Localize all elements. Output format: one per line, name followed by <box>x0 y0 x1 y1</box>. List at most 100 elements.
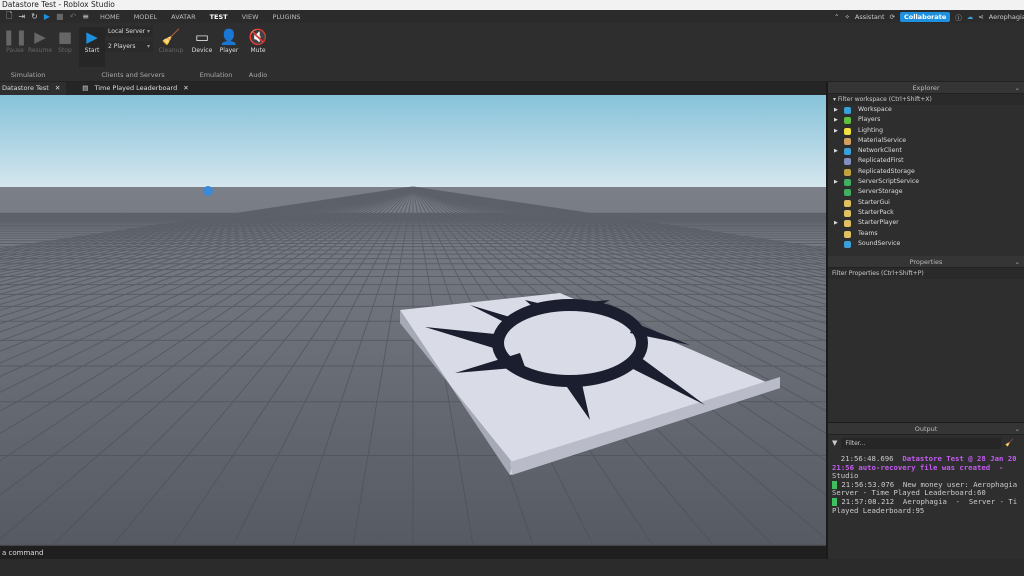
explorer-item-label: SoundService <box>858 239 901 247</box>
explorer-item-networkclient[interactable]: ▶ NetworkClient <box>828 146 1024 156</box>
pause-button[interactable]: ❚❚ Pause <box>2 27 28 54</box>
explorer-item-starterplayer[interactable]: ▶ StarterPlayer <box>828 218 1024 228</box>
redo-icon[interactable]: ↻ <box>31 12 38 21</box>
collaborate-button[interactable]: Collaborate <box>899 11 951 22</box>
expand-arrow-icon[interactable]: ▶ <box>834 218 838 228</box>
tab-home[interactable]: HOME <box>93 13 127 21</box>
device-icon: ▭ <box>194 28 210 46</box>
mute-button[interactable]: 🔇 Mute <box>245 27 271 54</box>
expand-arrow-icon[interactable]: ▶ <box>834 126 838 136</box>
device-label: Device <box>191 47 213 54</box>
help-icon[interactable]: ⓘ <box>955 12 962 22</box>
explorer-item-players[interactable]: ▶ Players <box>828 115 1024 125</box>
explorer-item-lighting[interactable]: ▶ Lighting <box>828 126 1024 136</box>
play-icon[interactable]: ▶ <box>44 12 50 21</box>
tab-plugins[interactable]: PLUGINS <box>266 13 308 21</box>
explorer-item-label: Players <box>858 116 881 124</box>
filter-icon[interactable]: ▼ <box>832 439 837 447</box>
start-button[interactable]: ▶ Start <box>79 27 105 67</box>
service-icon <box>844 168 851 176</box>
properties-filter-input[interactable]: Filter Properties (Ctrl+Shift+P) <box>828 268 1024 279</box>
explorer-item-starterpack[interactable]: StarterPack <box>828 208 1024 218</box>
service-icon <box>844 148 851 156</box>
cleanup-button[interactable]: 🧹 Cleanup <box>158 27 184 54</box>
tab-test[interactable]: TEST <box>203 13 235 21</box>
log-text: 21:56 auto-recovery file was created - <box>832 462 1004 472</box>
expand-arrow-icon[interactable]: ▶ <box>834 105 838 115</box>
sky <box>0 95 826 188</box>
tab-model[interactable]: MODEL <box>127 13 164 21</box>
open-icon[interactable]: ⇥ <box>18 12 25 21</box>
stop-label: Stop <box>58 47 72 54</box>
service-icon <box>844 199 851 207</box>
doc-tab-datastore-test[interactable]: Datastore Test ✕ <box>0 82 67 95</box>
chevron-down-icon[interactable]: ⌄ <box>1015 256 1020 268</box>
service-icon <box>844 230 851 238</box>
explorer-item-soundservice[interactable]: SoundService <box>828 239 1024 249</box>
player-button[interactable]: 👤 Player <box>216 27 242 54</box>
explorer-item-teams[interactable]: Teams <box>828 229 1024 239</box>
expand-arrow-icon[interactable]: ▶ <box>834 115 838 125</box>
explorer-item-label: StarterPack <box>858 208 894 216</box>
resume-button[interactable]: ▶ Resume <box>27 27 53 54</box>
explorer-item-replicatedstorage[interactable]: ReplicatedStorage <box>828 167 1024 177</box>
explorer-item-materialservice[interactable]: MaterialService <box>828 136 1024 146</box>
chevron-down-icon[interactable]: ⌄ <box>1015 82 1020 94</box>
server-select[interactable]: Local Server <box>105 26 153 37</box>
sync-icon[interactable]: ⟳ <box>890 13 895 21</box>
players-select[interactable]: 2 Players <box>105 41 153 52</box>
explorer-filter-input[interactable]: ▾ Filter workspace (Ctrl+Shift+X) <box>828 94 1024 105</box>
device-button[interactable]: ▭ Device <box>189 27 215 54</box>
mute-icon: 🔇 <box>248 28 268 46</box>
doc-tab-time-played-leaderboard[interactable]: ▤ Time Played Leaderboard ✕ <box>76 82 194 95</box>
resume-icon: ▶ <box>34 28 46 46</box>
start-label: Start <box>84 47 100 54</box>
assistant-button[interactable]: Assistant <box>855 13 885 21</box>
tab-view[interactable]: VIEW <box>235 13 266 21</box>
close-icon[interactable]: ✕ <box>183 82 188 95</box>
assistant-icon: ✧ <box>844 12 850 21</box>
user-name[interactable]: Aerophagia <box>989 13 1024 21</box>
title-bar: Datastore Test - Roblox Studio <box>0 0 1024 10</box>
clear-output-icon[interactable]: 🧹 <box>1005 439 1014 447</box>
file-icon[interactable]: 🗋 <box>6 10 12 24</box>
output-filter-input[interactable]: Filter... <box>841 437 1002 449</box>
resume-label: Resume <box>27 47 53 54</box>
expand-arrow-icon[interactable]: ▶ <box>834 177 838 187</box>
cloud-icon[interactable]: ☁ <box>967 13 974 21</box>
chevron-down-icon[interactable]: ⌄ <box>1015 423 1020 435</box>
log-text: Played Leaderboard:95 <box>832 505 925 515</box>
explorer-item-startergui[interactable]: StarterGui <box>828 198 1024 208</box>
close-icon[interactable]: ✕ <box>55 82 60 95</box>
command-input[interactable]: a command <box>2 549 43 557</box>
explorer-item-label: ServerScriptService <box>858 178 920 186</box>
explorer-item-serverscriptservice[interactable]: ▶ ServerScriptService <box>828 177 1024 187</box>
explorer-item-replicatedfirst[interactable]: ReplicatedFirst <box>828 156 1024 166</box>
output-title: Output <box>914 425 938 433</box>
undo-icon[interactable]: ↶ <box>70 12 77 21</box>
explorer-item-label: Workspace <box>858 106 892 113</box>
explorer-item-label: ServerStorage <box>858 188 903 196</box>
service-icon <box>844 189 851 197</box>
player-icon: 👤 <box>219 28 239 46</box>
clients-group-label: Clients and Servers <box>101 71 165 79</box>
3d-viewport[interactable] <box>0 95 826 545</box>
explorer-item-serverstorage[interactable]: ServerStorage <box>828 187 1024 197</box>
expand-arrow-icon[interactable]: ▶ <box>834 146 838 156</box>
more-icon[interactable]: ≡ <box>82 12 89 21</box>
share-icon[interactable]: ⋖ <box>978 13 983 21</box>
log-time: 21:57:08.212 <box>841 496 895 506</box>
player-label: Player <box>219 47 239 54</box>
properties-header: Properties ⌄ <box>828 256 1024 268</box>
start-icon: ▶ <box>86 28 98 46</box>
stop-button[interactable]: ■ Stop <box>52 27 78 54</box>
tab-avatar[interactable]: AVATAR <box>164 13 202 21</box>
status-bar <box>0 559 1024 576</box>
command-bar[interactable]: a command <box>0 545 826 559</box>
collapse-icon[interactable]: ⌃ <box>834 13 839 21</box>
window-title: Datastore Test - Roblox Studio <box>2 0 115 9</box>
properties-filter-placeholder: Filter Properties (Ctrl+Shift+P) <box>832 270 924 277</box>
service-icon <box>844 107 851 114</box>
stop-icon[interactable]: ■ <box>56 12 64 21</box>
explorer-item-workspace[interactable]: ▶ Workspace <box>828 105 1024 115</box>
